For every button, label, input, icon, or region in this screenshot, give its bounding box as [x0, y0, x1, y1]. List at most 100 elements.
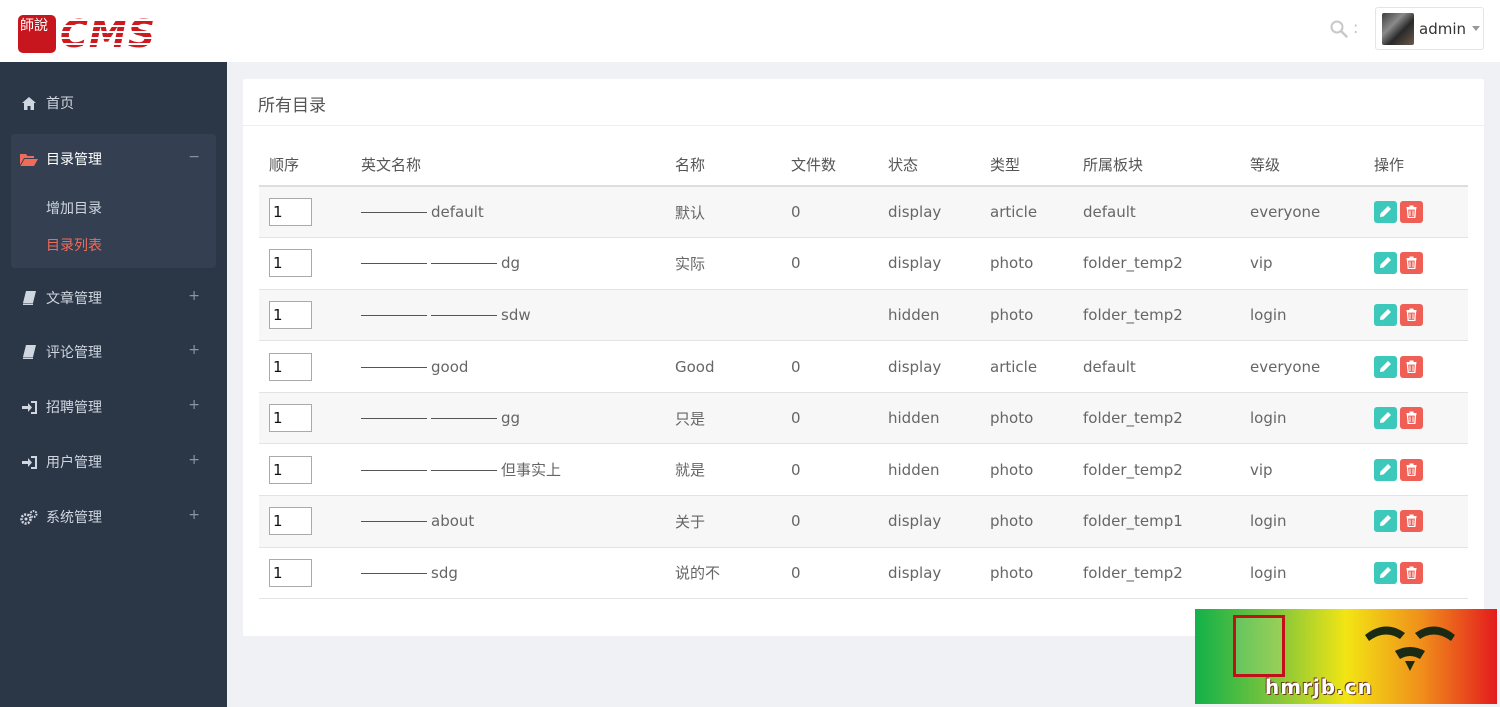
section-cell: folder_temp2: [1073, 392, 1240, 445]
search-icon[interactable]: [1330, 20, 1348, 38]
table-header-row: 顺序 英文名称 名称 文件数 状态 类型 所属板块 等级 操作: [259, 144, 1468, 187]
logo-seal: 師說: [18, 15, 56, 53]
tree-indent-line: [431, 418, 497, 420]
english-name: sdw: [501, 305, 531, 324]
english-name: 但事实上: [501, 461, 562, 480]
expand-icon[interactable]: +: [188, 342, 200, 358]
section-cell: folder_temp2: [1073, 547, 1240, 600]
delete-button[interactable]: [1400, 201, 1423, 224]
expand-icon[interactable]: +: [188, 288, 200, 304]
delete-button[interactable]: [1400, 252, 1423, 275]
level-cell: vip: [1240, 237, 1364, 290]
name-cell: [665, 289, 781, 342]
section-cell: folder_temp2: [1073, 237, 1240, 290]
section-cell: folder_temp2: [1073, 289, 1240, 342]
status-cell: hidden: [878, 392, 980, 445]
order-cell: [259, 289, 351, 342]
watermark-text: hmrjb.cn: [1265, 675, 1373, 699]
sidebar-item-system[interactable]: 系统管理 +: [20, 505, 210, 529]
tree-indent-line: [361, 366, 427, 368]
order-input[interactable]: [269, 404, 312, 433]
pencil-icon: [1380, 206, 1391, 218]
user-menu[interactable]: admin: [1375, 7, 1484, 50]
edit-button[interactable]: [1374, 201, 1397, 224]
english-name-cell: dg: [351, 237, 665, 290]
order-cell: [259, 392, 351, 445]
name-cell: 关于: [665, 495, 781, 548]
delete-button[interactable]: [1400, 458, 1423, 481]
delete-button[interactable]: [1400, 510, 1423, 533]
expand-icon[interactable]: +: [188, 507, 200, 523]
column-header: 状态: [878, 144, 980, 187]
name-cell: 就是: [665, 443, 781, 497]
type-cell: photo: [980, 289, 1073, 342]
delete-button[interactable]: [1400, 561, 1423, 584]
table-row: gg 只是0hiddenphotofolder_temp2login: [259, 392, 1468, 445]
sidebar-subitem-add-directory[interactable]: 增加目录: [46, 198, 102, 218]
sidebar-item-label: 系统管理: [46, 510, 102, 526]
tree-indent-line: [361, 263, 427, 265]
file-count-cell: 0: [781, 547, 878, 600]
sidebar-item-articles[interactable]: 文章管理 +: [20, 286, 210, 310]
sidebar-item-directory[interactable]: 目录管理 −: [20, 147, 210, 171]
order-input[interactable]: [269, 558, 312, 587]
site-logo[interactable]: 師說 CMS: [18, 15, 156, 53]
order-input[interactable]: [269, 249, 312, 278]
english-name-cell: sdw: [351, 289, 665, 342]
page-title: 所有目录: [258, 96, 326, 116]
english-name: default: [431, 203, 484, 222]
edit-button[interactable]: [1374, 561, 1397, 584]
sidebar-item-comments[interactable]: 评论管理 +: [20, 340, 210, 364]
table-row: default默认0displayarticledefaulteveryone: [259, 186, 1468, 239]
type-cell: photo: [980, 392, 1073, 445]
trash-icon: [1406, 308, 1417, 321]
sidebar-item-label: 目录管理: [46, 152, 102, 168]
tree-indent-line: [361, 418, 427, 420]
avatar: [1382, 12, 1414, 45]
edit-button[interactable]: [1374, 458, 1397, 481]
sidebar-item-label: 招聘管理: [46, 400, 102, 416]
delete-button[interactable]: [1400, 355, 1423, 378]
edit-button[interactable]: [1374, 510, 1397, 533]
level-cell: login: [1240, 495, 1364, 548]
table-row: dg 实际0displayphotofolder_temp2vip: [259, 237, 1468, 290]
pencil-icon: [1380, 515, 1391, 527]
book-icon: [20, 290, 38, 306]
collapse-icon[interactable]: −: [188, 149, 200, 165]
delete-button[interactable]: [1400, 303, 1423, 326]
english-name: sdg: [431, 563, 458, 582]
sidebar-item-users[interactable]: 用户管理 +: [20, 450, 210, 474]
user-name: admin: [1419, 19, 1466, 38]
name-cell: 只是: [665, 392, 781, 445]
sidebar-item-home[interactable]: 首页: [20, 91, 210, 115]
edit-button[interactable]: [1374, 407, 1397, 430]
english-name-cell: sdg: [351, 547, 665, 600]
column-header: 文件数: [781, 144, 878, 187]
edit-button[interactable]: [1374, 355, 1397, 378]
column-header: 顺序: [259, 144, 351, 187]
trash-icon: [1406, 411, 1417, 425]
edit-button[interactable]: [1374, 303, 1397, 326]
table-row: sdg 说的不0displayphotofolder_temp2login: [259, 547, 1468, 600]
english-name-cell: 但事实上: [351, 443, 665, 497]
sidebar-subitem-directory-list[interactable]: 目录列表: [46, 235, 102, 255]
english-name: about: [431, 512, 475, 531]
order-input[interactable]: [269, 507, 312, 536]
trash-icon: [1406, 463, 1417, 476]
delete-button[interactable]: [1400, 407, 1423, 430]
tree-indent-line: [361, 572, 427, 574]
trash-icon: [1406, 256, 1417, 270]
order-input[interactable]: [269, 300, 312, 329]
name-cell: Good: [665, 340, 781, 393]
expand-icon[interactable]: +: [188, 452, 200, 468]
type-cell: photo: [980, 547, 1073, 600]
order-input[interactable]: [269, 198, 312, 227]
expand-icon[interactable]: +: [188, 397, 200, 413]
top-header: 師說 CMS : admin: [0, 0, 1500, 62]
edit-button[interactable]: [1374, 252, 1397, 275]
order-input[interactable]: [269, 455, 312, 484]
sidebar-item-recruitment[interactable]: 招聘管理 +: [20, 395, 210, 419]
status-cell: display: [878, 547, 980, 600]
column-header: 类型: [980, 144, 1073, 187]
order-input[interactable]: [269, 352, 312, 381]
